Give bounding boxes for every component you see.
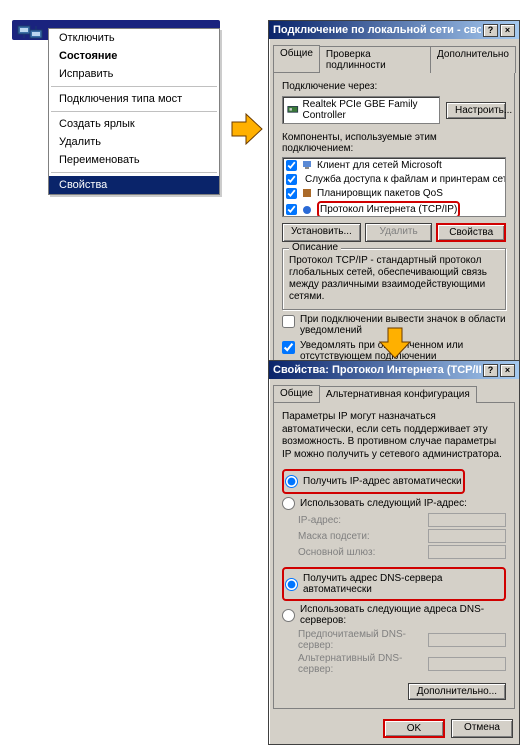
ctx-properties[interactable]: Свойства: [49, 176, 219, 194]
field-label: Альтернативный DNS-сервер:: [298, 653, 428, 675]
highlight: Протокол Интернета (TCP/IP): [317, 201, 460, 217]
radio[interactable]: [285, 578, 298, 591]
field-label: Маска подсети:: [298, 531, 428, 542]
item-checkbox[interactable]: [286, 160, 297, 171]
uninstall-button: Удалить: [365, 223, 433, 242]
install-button[interactable]: Установить...: [282, 223, 361, 242]
dns2-row: Альтернативный DNS-сервер:: [298, 653, 506, 675]
tab-general[interactable]: Общие: [273, 45, 320, 72]
item-checkbox[interactable]: [286, 174, 297, 185]
tab-altconfig[interactable]: Альтернативная конфигурация: [319, 386, 477, 403]
close-button[interactable]: ×: [500, 364, 515, 377]
protocol-icon: [301, 204, 313, 216]
field-label: Предпочитаемый DNS-сервер:: [298, 629, 428, 651]
adapter-name: Realtek PCIe GBE Family Controller: [303, 99, 435, 121]
highlight: Получить IP-адрес автоматически: [282, 469, 465, 494]
close-button[interactable]: ×: [500, 24, 515, 37]
auto-dns-radio[interactable]: Получить адрес DNS-сервера автоматически: [285, 573, 503, 595]
separator: [51, 172, 217, 173]
configure-button[interactable]: Настроить...: [446, 102, 506, 119]
ctx-delete[interactable]: Удалить: [49, 133, 219, 151]
field-label: Основной шлюз:: [298, 547, 428, 558]
ctx-rename[interactable]: Переименовать: [49, 151, 219, 169]
item-checkbox[interactable]: [286, 188, 297, 199]
connect-through-label: Подключение через:: [282, 81, 506, 92]
ctx-status[interactable]: Состояние: [49, 47, 219, 65]
ip-field: [428, 657, 506, 671]
item-label: Протокол Интернета (TCP/IP): [320, 204, 457, 215]
tab-general[interactable]: Общие: [273, 385, 320, 402]
ip-field: [428, 529, 506, 543]
window-title: Свойства: Протокол Интернета (TCP/IP): [273, 364, 481, 376]
list-item[interactable]: Протокол Интернета (TCP/IP): [283, 200, 505, 217]
radio-label: Получить адрес DNS-сервера автоматически: [303, 573, 503, 595]
properties-button[interactable]: Свойства: [436, 223, 506, 242]
cancel-button[interactable]: Отмена: [451, 719, 513, 738]
client-icon: [301, 159, 313, 171]
description-text: Протокол TCP/IP - стандартный протокол г…: [289, 255, 499, 303]
ip-field: [428, 513, 506, 527]
intro-text: Параметры IP могут назначаться автоматич…: [282, 411, 506, 461]
separator: [51, 86, 217, 87]
advanced-button[interactable]: Дополнительно...: [408, 683, 506, 700]
nic-icon: [287, 104, 299, 116]
titlebar[interactable]: Свойства: Протокол Интернета (TCP/IP) ? …: [269, 361, 519, 379]
titlebar[interactable]: Подключение по локальной сети - свойства…: [269, 21, 519, 39]
list-item[interactable]: Клиент для сетей Microsoft: [283, 158, 505, 172]
help-button[interactable]: ?: [483, 364, 498, 377]
ctx-shortcut[interactable]: Создать ярлык: [49, 115, 219, 133]
components-label: Компоненты, используемые этим подключени…: [282, 132, 506, 154]
gateway-row: Основной шлюз:: [298, 545, 506, 559]
checkbox[interactable]: [282, 315, 295, 328]
field-label: IP-адрес:: [298, 515, 428, 526]
arrow-down-icon: [378, 326, 412, 360]
radio-label: Использовать следующие адреса DNS-сервер…: [300, 604, 506, 626]
ip-field: [428, 545, 506, 559]
tabstrip: Общие Альтернативная конфигурация: [273, 385, 515, 402]
ctx-disable[interactable]: Отключить: [49, 29, 219, 47]
item-label: Служба доступа к файлам и принтерам сете…: [305, 174, 506, 185]
dns1-row: Предпочитаемый DNS-сервер:: [298, 629, 506, 651]
description-title: Описание: [289, 242, 341, 253]
highlight: Получить адрес DNS-сервера автоматически: [282, 567, 506, 601]
checkbox[interactable]: [282, 341, 295, 354]
ip-field: [428, 633, 506, 647]
list-item[interactable]: Служба доступа к файлам и принтерам сете…: [283, 172, 505, 186]
item-label: Клиент для сетей Microsoft: [317, 160, 442, 171]
tcpip-properties-dialog: Свойства: Протокол Интернета (TCP/IP) ? …: [268, 360, 520, 745]
item-label: Планировщик пакетов QoS: [317, 188, 443, 199]
radio[interactable]: [282, 609, 295, 622]
network-icon: [16, 18, 44, 42]
tab-auth[interactable]: Проверка подлинности: [319, 46, 431, 73]
separator: [51, 111, 217, 112]
list-item[interactable]: Планировщик пакетов QoS: [283, 186, 505, 200]
ctx-repair[interactable]: Исправить: [49, 65, 219, 83]
tab-advanced[interactable]: Дополнительно: [430, 46, 516, 73]
radio[interactable]: [282, 497, 295, 510]
window-title: Подключение по локальной сети - свойства: [273, 24, 481, 36]
item-checkbox[interactable]: [286, 204, 297, 215]
adapter-field: Realtek PCIe GBE Family Controller: [282, 96, 440, 124]
radio[interactable]: [285, 475, 298, 488]
help-button[interactable]: ?: [483, 24, 498, 37]
tabstrip: Общие Проверка подлинности Дополнительно: [273, 45, 515, 72]
manual-dns-radio[interactable]: Использовать следующие адреса DNS-сервер…: [282, 604, 506, 626]
ip-address-row: IP-адрес:: [298, 513, 506, 527]
auto-ip-radio[interactable]: Получить IP-адрес автоматически: [285, 475, 462, 488]
radio-label: Использовать следующий IP-адрес:: [300, 498, 467, 509]
service-icon: [301, 187, 313, 199]
components-list[interactable]: Клиент для сетей Microsoft Служба доступ…: [282, 157, 506, 217]
manual-ip-radio[interactable]: Использовать следующий IP-адрес:: [282, 497, 506, 510]
context-menu: Отключить Состояние Исправить Подключени…: [48, 28, 220, 195]
ctx-bridge[interactable]: Подключения типа мост: [49, 90, 219, 108]
subnet-mask-row: Маска подсети:: [298, 529, 506, 543]
radio-label: Получить IP-адрес автоматически: [303, 476, 462, 487]
arrow-right-icon: [230, 112, 264, 146]
ok-button[interactable]: OK: [383, 719, 445, 738]
